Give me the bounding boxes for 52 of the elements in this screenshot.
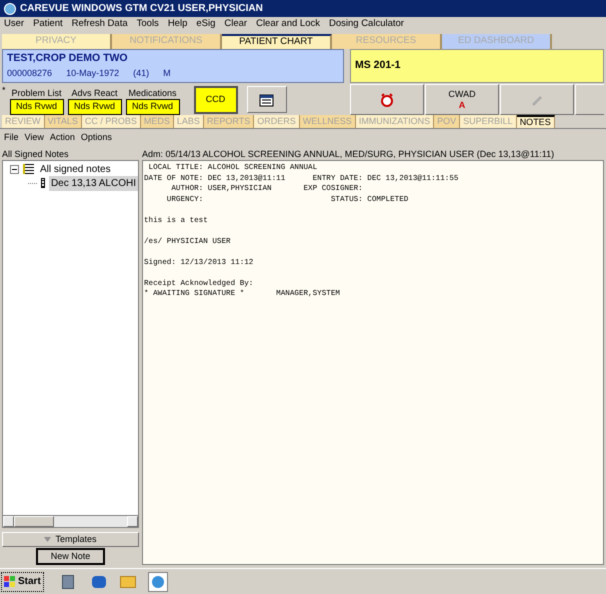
templates-button[interactable]: Templates bbox=[2, 532, 139, 547]
caret-icon bbox=[44, 537, 52, 542]
menu-item[interactable]: View bbox=[24, 130, 44, 144]
windows-logo-icon bbox=[4, 576, 16, 588]
patient-name: TEST,CROP DEMO TWO bbox=[7, 51, 129, 66]
start-button[interactable]: Start bbox=[1, 572, 44, 592]
menu-item[interactable]: Patient bbox=[33, 17, 63, 32]
menu-item[interactable]: Tools bbox=[136, 17, 159, 32]
calendar-button[interactable] bbox=[246, 86, 287, 113]
ccd-button[interactable]: CCD bbox=[194, 86, 238, 114]
alarm-clock-button[interactable] bbox=[350, 84, 424, 115]
horizontal-scrollbar[interactable] bbox=[2, 516, 139, 528]
cwad-button[interactable]: CWAD A bbox=[425, 84, 499, 115]
patient-id: 000008276 bbox=[7, 66, 52, 80]
review-status-button[interactable]: Nds Rvwd bbox=[68, 99, 122, 115]
patient-age: (41) bbox=[133, 66, 150, 80]
document-icon bbox=[40, 178, 45, 188]
toolbar-button[interactable] bbox=[575, 84, 604, 115]
patient-dob: 10-May-1972 bbox=[66, 66, 120, 80]
menu-item[interactable]: File bbox=[4, 130, 19, 144]
pane-title: All Signed Notes bbox=[2, 149, 70, 160]
patient-sex: M bbox=[163, 66, 171, 80]
tab[interactable]: NOTES bbox=[516, 115, 555, 128]
window-title: CAREVUE WINDOWS GTM CV21 USER,PHYSICIAN bbox=[20, 2, 263, 16]
alarm-clock-icon bbox=[380, 92, 394, 106]
tab[interactable]: PATIENT CHART bbox=[222, 34, 332, 49]
note-header: Adm: 05/14/13 ALCOHOL SCREENING ANNUAL, MED/SURG, PHYSICIAN USER (Dec 13,13@11:11) bbox=[142, 149, 556, 160]
menu-item[interactable]: Clear bbox=[224, 17, 248, 32]
menu-item[interactable]: Options bbox=[80, 130, 112, 144]
alert-label: Medications bbox=[128, 87, 177, 99]
tree-item[interactable]: Dec 13,13 ALCOHI bbox=[48, 176, 138, 190]
app-globe-icon bbox=[4, 2, 16, 14]
new-note-button[interactable]: New Note bbox=[36, 548, 105, 565]
menu-item[interactable]: eSig bbox=[196, 17, 216, 32]
pen-icon bbox=[531, 94, 543, 106]
alert-label: Advs React bbox=[72, 87, 118, 99]
menu-item[interactable]: Clear and Lock bbox=[256, 17, 320, 32]
location-text: MS 201-1 bbox=[355, 59, 401, 71]
menu-item[interactable]: Help bbox=[168, 17, 188, 32]
menu-item[interactable]: Action bbox=[50, 130, 75, 144]
app-globe-icon[interactable] bbox=[148, 572, 168, 592]
menu-item[interactable]: User bbox=[4, 17, 24, 32]
folder-tree-icon bbox=[23, 164, 34, 174]
review-status-button[interactable]: Nds Rvwd bbox=[10, 99, 64, 115]
menu-item[interactable]: Refresh Data bbox=[72, 17, 128, 32]
star-marker: * bbox=[2, 84, 6, 97]
tree-item[interactable]: All signed notes bbox=[38, 162, 113, 176]
menu-item[interactable]: Dosing Calculator bbox=[328, 17, 404, 32]
review-status-button[interactable]: Nds Rvwd bbox=[126, 99, 180, 115]
alert-label: Problem List bbox=[12, 87, 62, 99]
calendar-icon bbox=[258, 92, 275, 106]
collapse-toggle-icon[interactable] bbox=[10, 164, 19, 174]
